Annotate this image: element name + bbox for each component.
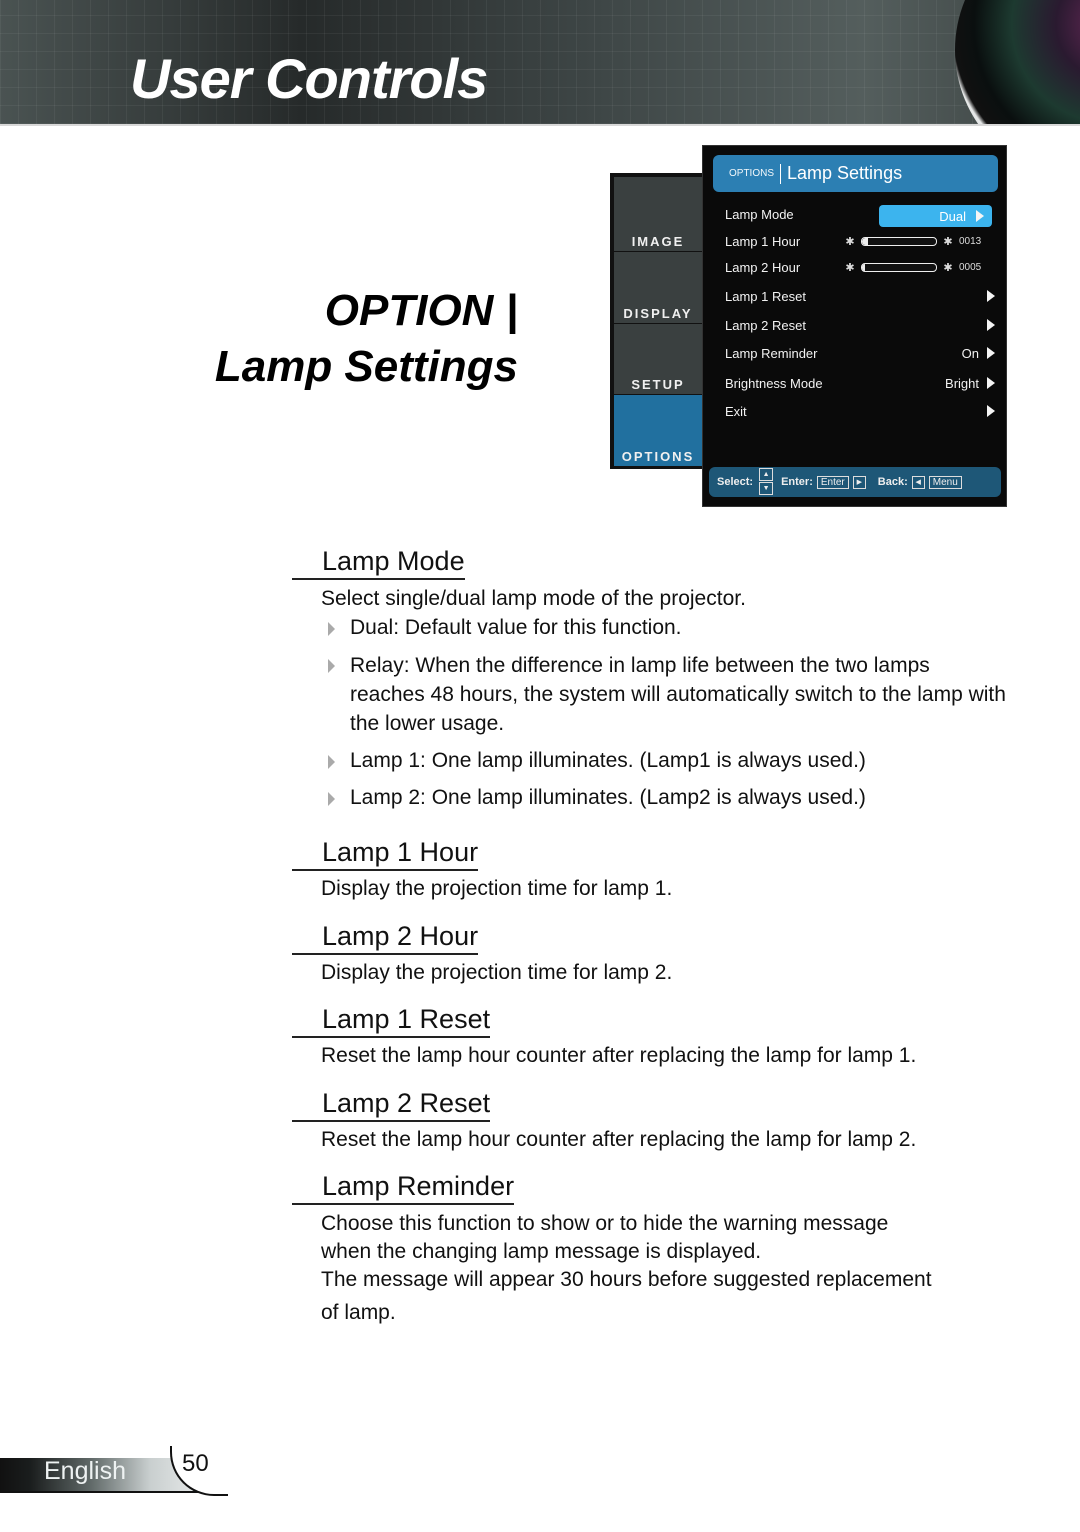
osd-header-category: OPTIONS [729,168,775,179]
lamp1-reset-text: Reset the lamp hour counter after replac… [321,1044,917,1067]
lamp2-hour-bar [861,262,937,272]
lamp-bulb-icon: ✱ [845,261,855,274]
enter-key: Enter [816,475,849,489]
osd-tab-display[interactable]: DISPLAY [614,252,702,324]
heading-lamp2-hour: Lamp 2 Hour [292,920,479,955]
osd-tab-image[interactable]: IMAGE [614,177,702,252]
lamp1-hour-bar [861,236,937,246]
lamp1-hour-text: Display the projection time for lamp 1. [321,877,673,900]
bullet-arrow-icon [328,659,335,673]
osd-row-lamp2-reset[interactable]: Lamp 2 Reset [725,314,995,336]
arrow-right-icon [987,347,995,359]
arrow-right-icon [987,290,995,302]
heading-lamp-mode: Lamp Mode [292,545,465,580]
osd-row-exit[interactable]: Exit [725,400,995,422]
back-label: Back: [877,476,908,488]
enter-label: Enter: [781,476,813,488]
bullet-arrow-icon [328,622,335,636]
osd-tab-options[interactable]: OPTIONS [614,395,702,467]
arrow-right-icon [987,319,995,331]
section-title-line1: OPTION | [324,286,518,335]
bullet-arrow-icon [328,755,335,769]
lamp-mode-selector[interactable]: Dual [879,205,992,227]
osd-row-lamp1-reset[interactable]: Lamp 1 Reset [725,285,995,307]
arrow-right-icon [987,405,995,417]
lamp2-hour-bar-fill [862,263,865,271]
arrow-right-icon [987,377,995,389]
osd-header-separator [780,163,782,184]
osd-lamp-settings-panel: OPTIONS Lamp Settings Lamp Mode Dual Lam… [702,145,1007,507]
lamp2-hours-value: 0005 [959,261,982,273]
lamp2-reset-text: Reset the lamp hour counter after replac… [321,1128,917,1151]
lamp1-hours-value: 0013 [959,235,982,247]
section-title-line2: Lamp Settings [214,342,518,391]
osd-menu-tabs: IMAGE DISPLAY SETUP OPTIONS [610,173,702,469]
heading-lamp1-reset: Lamp 1 Reset [292,1003,491,1038]
lamp-reminder-value: On [961,345,979,361]
select-label: Select: [717,476,754,488]
lamp2-hour-text: Display the projection time for lamp 2. [321,961,673,984]
lamp-reminder-line3: The message will appear 30 hours before … [321,1268,932,1291]
language-label: English [44,1457,126,1485]
lamp-mode-intro: Select single/dual lamp mode of the proj… [321,587,746,610]
right-key-icon: ▶ [852,475,866,489]
banner-divider [0,124,1080,126]
heading-lamp1-hour: Lamp 1 Hour [292,836,479,871]
osd-tab-setup[interactable]: SETUP [614,324,702,395]
lamp-bulb-icon: ✱ [943,261,953,274]
heading-lamp2-reset: Lamp 2 Reset [292,1087,491,1122]
osd-row-lamp2-hour: Lamp 2 Hour ✱ ✱ 0005 [725,256,995,278]
arrow-right-icon [976,210,984,222]
osd-help-bar: Select: ▲ ▼ Enter: Enter ▶ Back: ◀ Menu [709,467,1001,497]
osd-row-lamp1-hour: Lamp 1 Hour ✱ ✱ 0013 [725,230,995,252]
brightness-mode-value: Bright [945,375,979,391]
left-key-icon: ◀ [911,475,925,489]
lamp1-hour-bar-fill [862,237,868,245]
menu-key: Menu [928,475,962,489]
section-title: OPTION | Lamp Settings [215,283,518,395]
up-down-keys-icon: ▲ ▼ [759,468,774,496]
lamp-bulb-icon: ✱ [943,235,953,248]
lamp-reminder-line2: when the changing lamp message is displa… [321,1240,762,1263]
osd-header: OPTIONS Lamp Settings [713,155,998,192]
bullet-arrow-icon [328,792,335,806]
osd-row-brightness-mode[interactable]: Brightness Mode Bright [725,372,995,394]
projector-lens-image [955,0,1080,124]
lamp-reminder-line4: of lamp. [321,1301,396,1324]
header-banner: User Controls [0,0,1080,124]
lamp-reminder-line1: Choose this function to show or to hide … [321,1212,889,1235]
osd-header-title: Lamp Settings [787,163,903,183]
heading-lamp-reminder: Lamp Reminder [292,1170,515,1205]
osd-row-lamp-reminder[interactable]: Lamp Reminder On [725,342,995,364]
page-number: 50 [182,1450,209,1477]
chapter-title: User Controls [130,47,488,110]
lamp-bulb-icon: ✱ [845,235,855,248]
